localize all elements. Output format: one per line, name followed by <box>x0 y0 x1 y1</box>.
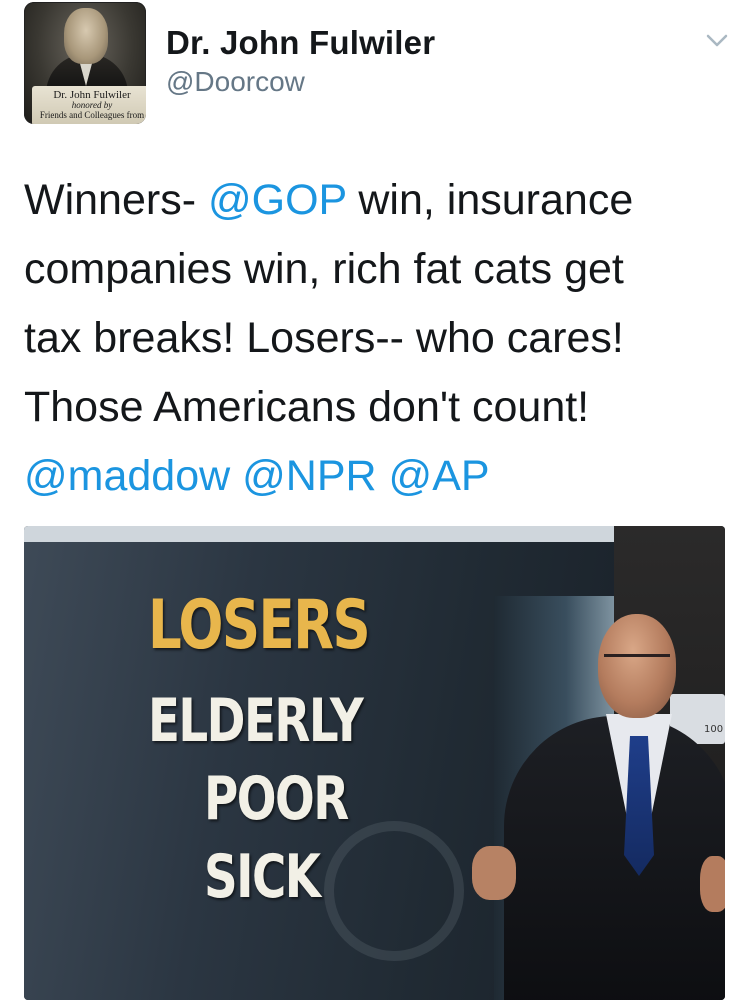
tweet-line-3: tax breaks! Losers-- who cares! <box>24 314 624 362</box>
anchor-hand-left <box>472 846 516 900</box>
mention-gop[interactable]: @GOP <box>208 176 346 224</box>
anchor-suit <box>504 716 725 1000</box>
tweet-line-5: @maddow @NPR @AP <box>24 442 724 511</box>
tweet-text-segment: Winners- <box>24 176 208 224</box>
author-handle[interactable]: @Doorcow <box>166 66 305 98</box>
caption-losers: LOSERS <box>148 586 371 665</box>
avatar-plaque: Dr. John Fulwiler honored by Friends and… <box>32 86 146 124</box>
chevron-down-icon[interactable] <box>705 30 729 50</box>
mention-maddow[interactable]: @maddow <box>24 452 230 500</box>
tweet-text: Winners- @GOP win, insurance companies w… <box>24 166 724 511</box>
tweet-media-photo[interactable]: LOSERS ELDERLY POOR SICK 100 <box>24 526 725 1000</box>
avatar-portrait <box>64 8 108 64</box>
mention-npr[interactable]: @NPR <box>242 452 376 500</box>
avatar[interactable]: Dr. John Fulwiler honored by Friends and… <box>24 2 146 124</box>
mention-ap[interactable]: @AP <box>389 452 490 500</box>
monitor-number: 100 <box>704 724 724 735</box>
caption-elderly: ELDERLY <box>148 686 364 756</box>
caption-sick: SICK <box>204 842 321 912</box>
tweet-text-segment: win, insurance <box>346 176 634 224</box>
tweet-line-1: Winners- @GOP win, insurance <box>24 166 724 235</box>
stethoscope-graphic <box>324 821 464 961</box>
anchor-hand-right <box>700 856 725 912</box>
author-display-name[interactable]: Dr. John Fulwiler <box>166 24 435 62</box>
tweet-line-4: Those Americans don't count! <box>24 383 590 431</box>
anchor-glasses <box>604 654 670 671</box>
avatar-plaque-honored: honored by <box>71 100 113 110</box>
tweet-line-2: companies win, rich fat cats get <box>24 245 624 293</box>
caption-poor: POOR <box>204 764 349 834</box>
avatar-plaque-from: Friends and Colleagues from <box>39 110 145 120</box>
